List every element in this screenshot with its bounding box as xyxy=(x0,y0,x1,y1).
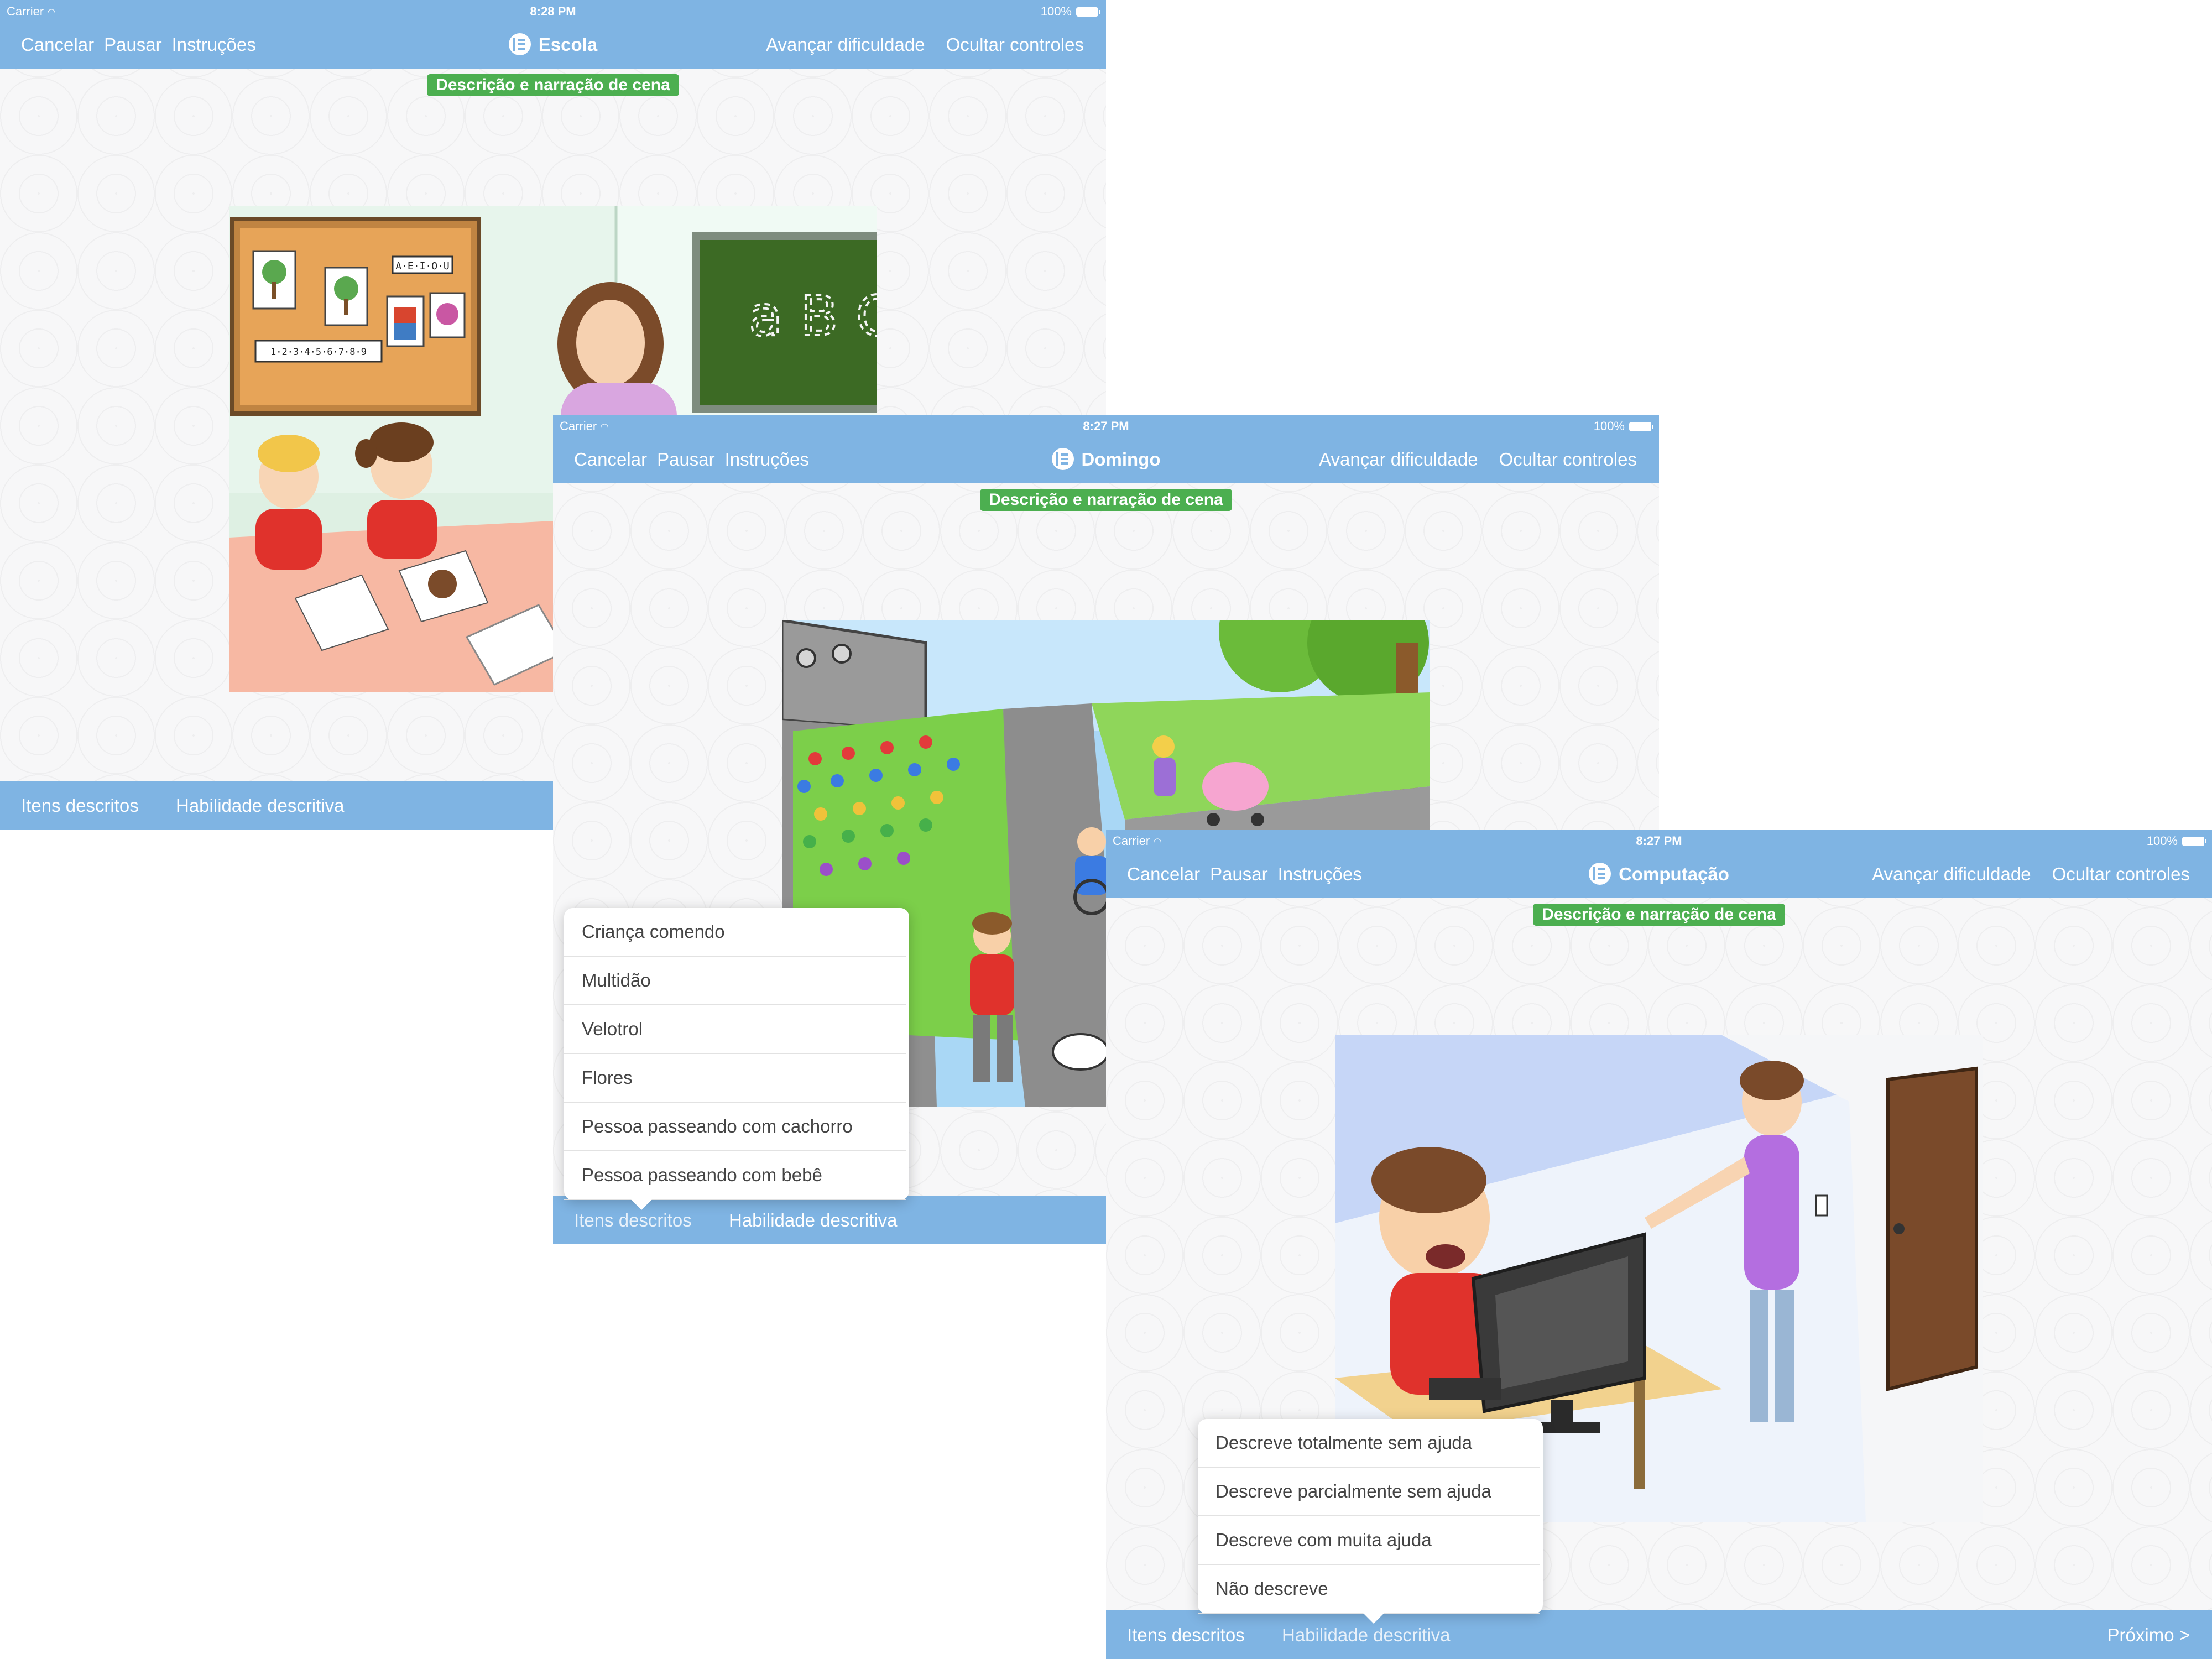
skill-option[interactable]: Descreve totalmente sem ajuda xyxy=(1198,1419,1540,1468)
hide-controls-button[interactable]: Ocultar controles xyxy=(946,34,1084,55)
page-title: Computação xyxy=(1619,864,1729,884)
battery-icon xyxy=(1629,421,1653,431)
skill-option[interactable]: Não descreve xyxy=(1198,1565,1540,1614)
tab-described-items[interactable]: Itens descritos xyxy=(21,795,139,816)
advance-difficulty-button[interactable]: Avançar dificuldade xyxy=(1319,449,1478,469)
activity-badge: Descrição e narração de cena xyxy=(980,489,1232,511)
item-option[interactable]: Pessoa passeando com cachorro xyxy=(564,1103,906,1151)
tab-described-items[interactable]: Itens descritos xyxy=(1127,1625,1245,1646)
battery-icon xyxy=(2182,836,2206,846)
tab-bar: Itens descritos Habilidade descritiva Pr… xyxy=(1106,1610,2212,1659)
tab-descriptive-skill[interactable]: Habilidade descritiva xyxy=(176,795,345,816)
battery-label: 100% xyxy=(1040,4,1072,18)
status-time: 8:27 PM xyxy=(1636,834,1682,848)
status-bar: Carrier ◠ 8:27 PM 100% xyxy=(553,415,1659,437)
hide-controls-button[interactable]: Ocultar controles xyxy=(1499,449,1637,469)
app-logo-icon xyxy=(508,33,531,55)
item-option[interactable]: Flores xyxy=(564,1054,906,1103)
page-title: Domingo xyxy=(1081,449,1161,469)
nav-bar: Cancelar Pausar Instruções Escola Avançar … xyxy=(0,22,1106,69)
nav-bar: Cancelar Pausar Instruções Computação Avan… xyxy=(1106,852,2212,898)
status-bar: Carrier ◠ 8:27 PM 100% xyxy=(1106,830,2212,852)
page-title: Escola xyxy=(538,34,598,55)
scene-board-letters: a B C xyxy=(749,284,877,348)
popover-arrow-icon xyxy=(1363,1613,1385,1624)
tab-descriptive-skill[interactable]: Habilidade descritiva xyxy=(1282,1625,1451,1646)
item-option[interactable]: Pessoa passeando com bebê xyxy=(564,1151,906,1200)
advance-difficulty-button[interactable]: Avançar dificuldade xyxy=(766,34,925,55)
item-option[interactable]: Multidão xyxy=(564,957,906,1005)
activity-badge: Descrição e narração de cena xyxy=(427,74,679,96)
skill-option[interactable]: Descreve parcialmente sem ajuda xyxy=(1198,1468,1540,1516)
item-option[interactable]: Criança comendo xyxy=(564,908,906,957)
popover-arrow-icon xyxy=(630,1199,653,1210)
app-logo-icon xyxy=(1051,448,1074,470)
tab-described-items[interactable]: Itens descritos xyxy=(574,1210,692,1231)
battery-label: 100% xyxy=(1593,419,1625,433)
battery-icon xyxy=(1076,7,1100,17)
skill-option[interactable]: Descreve com muita ajuda xyxy=(1198,1516,1540,1565)
scene-alphabet-strip: A·E·I·O·U xyxy=(395,260,450,272)
scene-number-strip: 1·2·3·4·5·6·7·8·9 xyxy=(270,347,367,358)
tab-descriptive-skill[interactable]: Habilidade descritiva xyxy=(729,1210,898,1231)
screen-computacao: Carrier ◠ 8:27 PM 100% Cancelar Pausar Inst… xyxy=(1106,830,2212,1659)
item-option[interactable]: Velotrol xyxy=(564,1005,906,1054)
status-bar: Carrier ◠ 8:28 PM 100% xyxy=(0,0,1106,22)
status-time: 8:27 PM xyxy=(1083,419,1129,433)
hide-controls-button[interactable]: Ocultar controles xyxy=(2052,864,2190,884)
activity-badge: Descrição e narração de cena xyxy=(1533,904,1785,926)
app-logo-icon xyxy=(1589,863,1611,885)
described-items-popover: Criança comendo Multidão Velotrol Flores… xyxy=(564,908,909,1210)
status-time: 8:28 PM xyxy=(530,4,576,18)
next-button[interactable]: Próximo > xyxy=(2107,1625,2190,1646)
advance-difficulty-button[interactable]: Avançar dificuldade xyxy=(1872,864,2031,884)
nav-bar: Cancelar Pausar Instruções Domingo Avançar… xyxy=(553,437,1659,483)
battery-label: 100% xyxy=(2146,834,2178,848)
descriptive-skill-popover: Descreve totalmente sem ajuda Descreve p… xyxy=(1198,1419,1543,1624)
